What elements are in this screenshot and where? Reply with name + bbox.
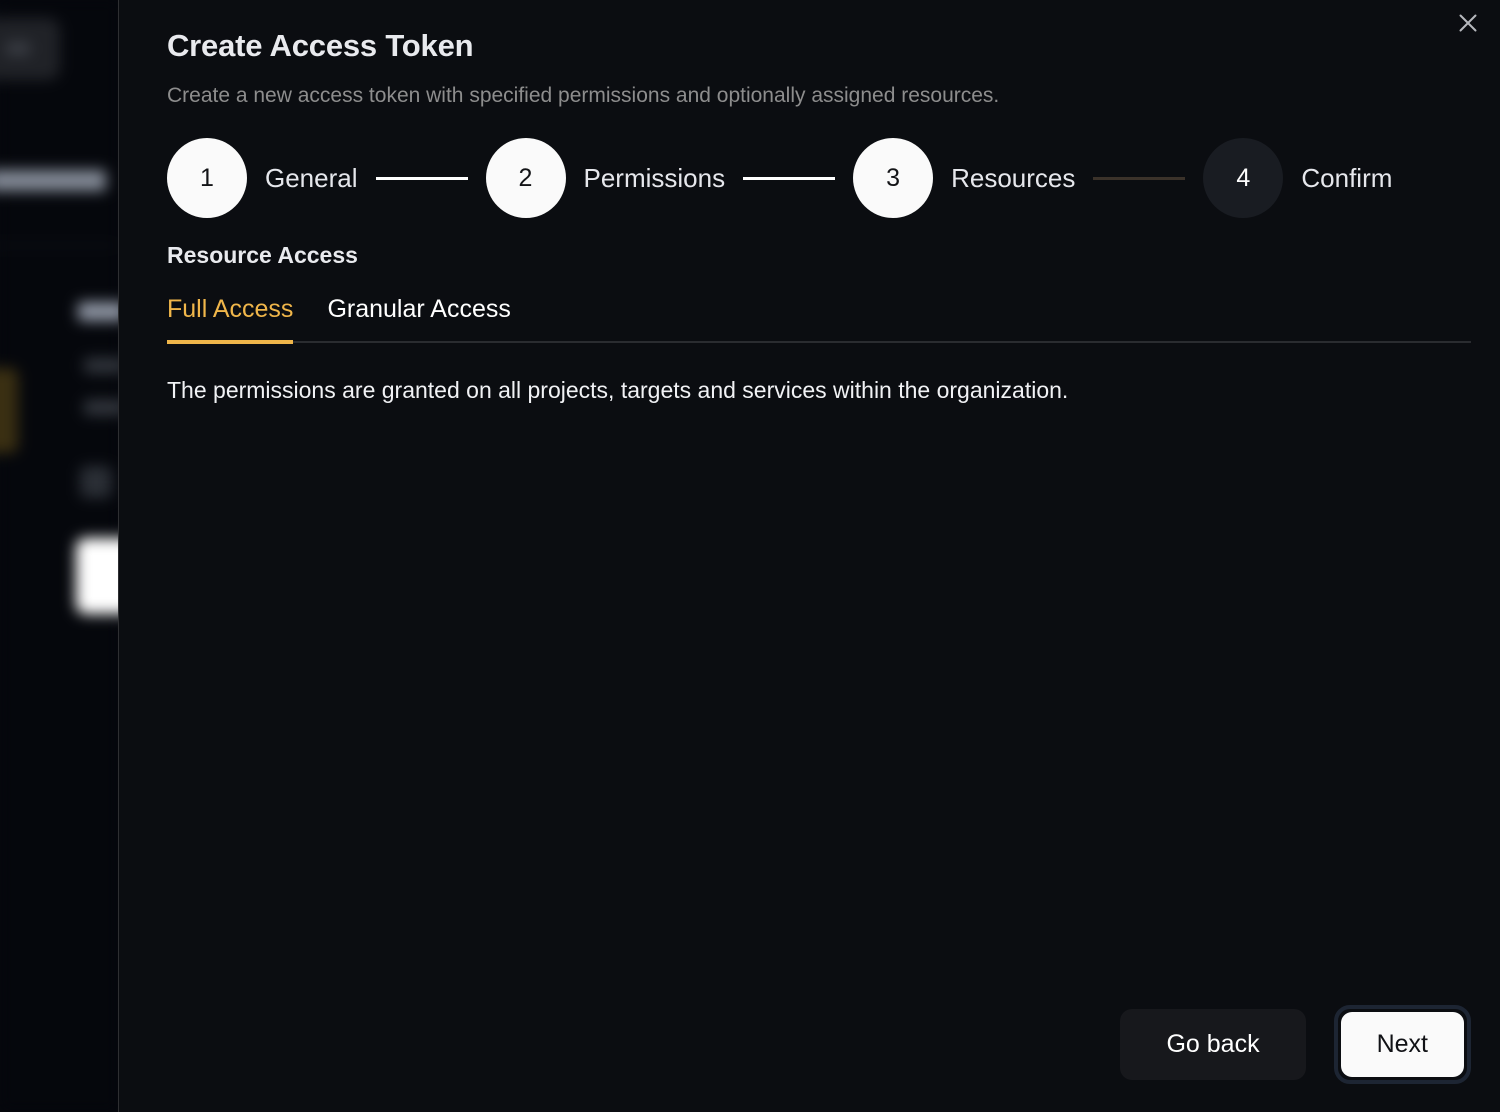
- blurred-logo-mark: [6, 42, 30, 55]
- step-general[interactable]: 1 General: [167, 138, 358, 218]
- dialog-content: Create Access Token Create a new access …: [167, 0, 1471, 1112]
- blurred-divider: [0, 245, 118, 246]
- go-back-button[interactable]: Go back: [1120, 1009, 1306, 1080]
- create-access-token-dialog: Create Access Token Create a new access …: [118, 0, 1500, 1112]
- blurred-list-item: [80, 466, 112, 498]
- section-title: Resource Access: [167, 242, 358, 268]
- step-4-label: Confirm: [1301, 162, 1393, 193]
- step-connector-2-3: [743, 176, 836, 180]
- tab-granular-access[interactable]: Granular Access: [327, 295, 510, 344]
- step-connector-1-2: [375, 176, 468, 180]
- step-3-label: Resources: [951, 162, 1076, 193]
- step-confirm[interactable]: 4 Confirm: [1203, 138, 1392, 218]
- tab-panel-description: The permissions are granted on all proje…: [167, 377, 1069, 403]
- dialog-title: Create Access Token: [167, 28, 474, 63]
- resource-access-tabs: Full Access Granular Access: [167, 295, 1471, 344]
- step-4-number: 4: [1203, 138, 1284, 218]
- dialog-description: Create a new access token with specified…: [167, 84, 1000, 107]
- blurred-amber-card: [0, 368, 18, 453]
- step-2-label: Permissions: [583, 162, 726, 193]
- next-button[interactable]: Next: [1340, 1012, 1464, 1077]
- step-2-number: 2: [485, 138, 566, 218]
- step-3-number: 3: [853, 138, 934, 218]
- step-1-number: 1: [167, 138, 247, 218]
- step-1-label: General: [265, 162, 358, 193]
- step-permissions[interactable]: 2 Permissions: [485, 138, 726, 218]
- blurred-sidebar: [0, 0, 134, 1112]
- dialog-footer: Go back Next: [1120, 1005, 1471, 1084]
- wizard-stepper: 1 General 2 Permissions 3 Resources 4 Co…: [167, 138, 1471, 218]
- next-button-focus-ring: Next: [1333, 1005, 1471, 1084]
- tab-full-access[interactable]: Full Access: [167, 295, 294, 344]
- step-connector-3-4: [1093, 176, 1186, 180]
- blurred-heading: [0, 170, 106, 191]
- step-resources[interactable]: 3 Resources: [853, 138, 1075, 218]
